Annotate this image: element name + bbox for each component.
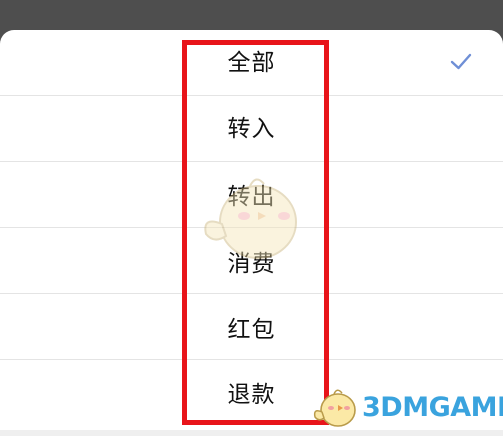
filter-option-transfer-in[interactable]: 转入 — [0, 96, 503, 162]
filter-bottom-sheet: 全部 转入 转出 消费 红包 退款 — [0, 30, 503, 436]
chick-mascot-icon — [313, 389, 356, 427]
filter-option-label: 消费 — [227, 251, 276, 277]
filter-option-label: 转入 — [227, 116, 276, 142]
filter-option-label: 转出 — [227, 184, 276, 210]
filter-option-red-packet[interactable]: 红包 — [0, 294, 503, 360]
filter-option-label: 红包 — [227, 317, 276, 343]
watermark-logo-text: 3DMGAME — [362, 391, 503, 423]
checkmark-icon — [450, 53, 472, 70]
bottom-band — [0, 430, 503, 436]
watermark-logo: 3DMGAME — [312, 384, 503, 430]
filter-option-spending[interactable]: 消费 — [0, 228, 503, 294]
filter-option-label: 全部 — [227, 50, 276, 76]
filter-option-all[interactable]: 全部 — [0, 30, 503, 96]
filter-option-transfer-out[interactable]: 转出 — [0, 162, 503, 228]
